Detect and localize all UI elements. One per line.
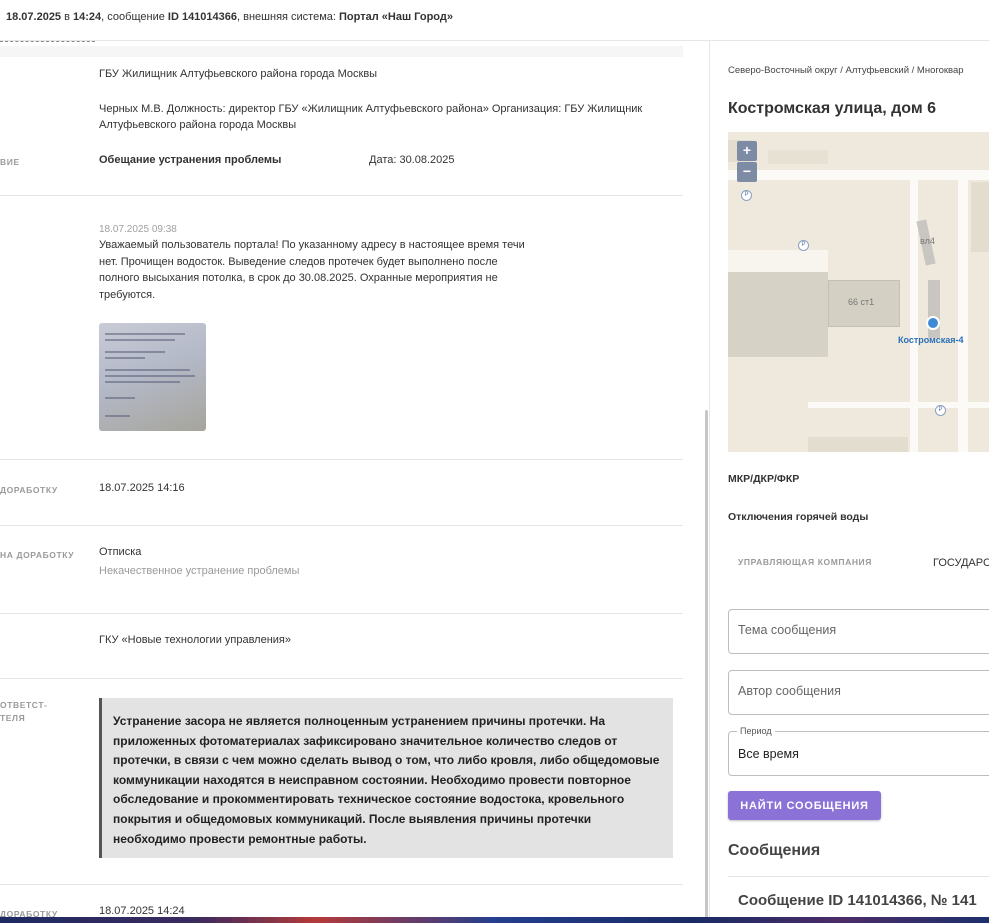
messages-title: Сообщения: [728, 842, 821, 859]
details-panel[interactable]: ГБУ Жилищник Алтуфьевского района города…: [0, 41, 683, 918]
rework-reason-sub: Некачественное устранение проблемы: [99, 565, 300, 577]
row-separator: [0, 613, 683, 614]
message-card[interactable]: Сообщение ID 141014366, № 141: [728, 876, 989, 918]
attachment-thumbnail[interactable]: [99, 323, 206, 431]
address-title: Костромская улица, дом 6: [728, 100, 937, 117]
topic-input[interactable]: [738, 623, 978, 637]
management-company-label: УПРАВЛЯЮЩАЯ КОМПАНИЯ: [738, 557, 872, 567]
period-legend: Период: [737, 726, 775, 736]
location-pin-icon[interactable]: [926, 316, 940, 330]
zoom-out-button[interactable]: −: [737, 162, 757, 182]
header-date: 18.07.2025: [6, 11, 62, 23]
reply-timestamp: 18.07.2025 09:38: [99, 224, 177, 235]
breadcrumb[interactable]: Северо-Восточный округ / Алтуфьевский / …: [728, 65, 964, 76]
header-text: 18.07.2025 в 14:24, сообщение ID 1410143…: [6, 11, 453, 23]
org-name: ГБУ Жилищник Алтуфьевского района города…: [99, 68, 378, 80]
action-value: Обещание устранения проблемы: [99, 154, 282, 166]
author-field[interactable]: [728, 670, 989, 715]
supervisor-comment: Устранение засора не является полноценны…: [99, 698, 673, 858]
map-label-vl4: вл4: [920, 236, 935, 246]
taskbar-strip: [0, 917, 989, 923]
header-system-name: Портал «Наш Город»: [339, 11, 453, 23]
rework-date-label: ДОРАБОТКУ: [0, 485, 58, 495]
header-in: в: [61, 11, 74, 23]
parking-icon: P: [741, 190, 752, 201]
map-label-street: Костромская-4: [898, 335, 964, 345]
agency-name: ГКУ «Новые технологии управления»: [99, 634, 292, 646]
sidebar: Северо-Восточный округ / Алтуфьевский / …: [710, 41, 989, 918]
band: [0, 46, 683, 57]
message-card-title: Сообщение ID 141014366, № 141: [738, 892, 977, 909]
header-system-word: , внешняя система:: [237, 11, 340, 23]
row-separator: [0, 678, 683, 679]
reply-text: Уважаемый пользователь портала! По указа…: [99, 239, 525, 301]
rework-reason-label: НА ДОРАБОТКУ: [0, 550, 75, 560]
header-message-id: ID 141014366: [167, 11, 238, 23]
row-separator: [0, 884, 683, 885]
dashed-divider: [0, 41, 95, 42]
parking-icon: P: [798, 240, 809, 251]
row-separator: [0, 525, 683, 526]
scrollbar[interactable]: [705, 410, 708, 920]
mkr-link[interactable]: МКР/ДКР/ФКР: [728, 473, 799, 485]
row-separator: [0, 195, 683, 196]
message-header: 18.07.2025 в 14:24, сообщение ID 1410143…: [0, 0, 989, 41]
period-value: Все время: [738, 747, 799, 761]
rework-date: 18.07.2025 14:16: [99, 482, 185, 494]
hot-water-link[interactable]: Отключения горячей воды: [728, 511, 868, 523]
responsible-label: ОТВЕТСТ- ТЕЛЯ: [0, 700, 48, 723]
period-select[interactable]: Период Все время: [728, 726, 989, 776]
map[interactable]: + − P P P вл4 66 ст1 Костромская-4: [728, 132, 989, 452]
last-rework-date: 18.07.2025 14:24: [99, 905, 185, 917]
zoom-in-button[interactable]: +: [737, 141, 757, 161]
topic-field[interactable]: [728, 609, 989, 654]
action-label: ВИЕ: [0, 157, 20, 167]
row-separator: [0, 459, 683, 460]
action-date: Дата: 30.08.2025: [369, 154, 455, 166]
author-input[interactable]: [738, 684, 978, 698]
rework-reason: Отписка: [99, 546, 142, 558]
map-label-building: 66 ст1: [848, 297, 875, 307]
person-info: Черных М.В. Должность: директор ГБУ «Жил…: [99, 103, 643, 131]
management-company-value: ГОСУДАРС: [933, 557, 989, 569]
header-time: 14:24: [73, 11, 102, 23]
map-zoom-controls[interactable]: + −: [737, 141, 757, 183]
find-messages-button[interactable]: НАЙТИ СООБЩЕНИЯ: [728, 791, 881, 820]
parking-icon: P: [935, 405, 946, 416]
header-message-word: , сообщение: [101, 11, 168, 23]
